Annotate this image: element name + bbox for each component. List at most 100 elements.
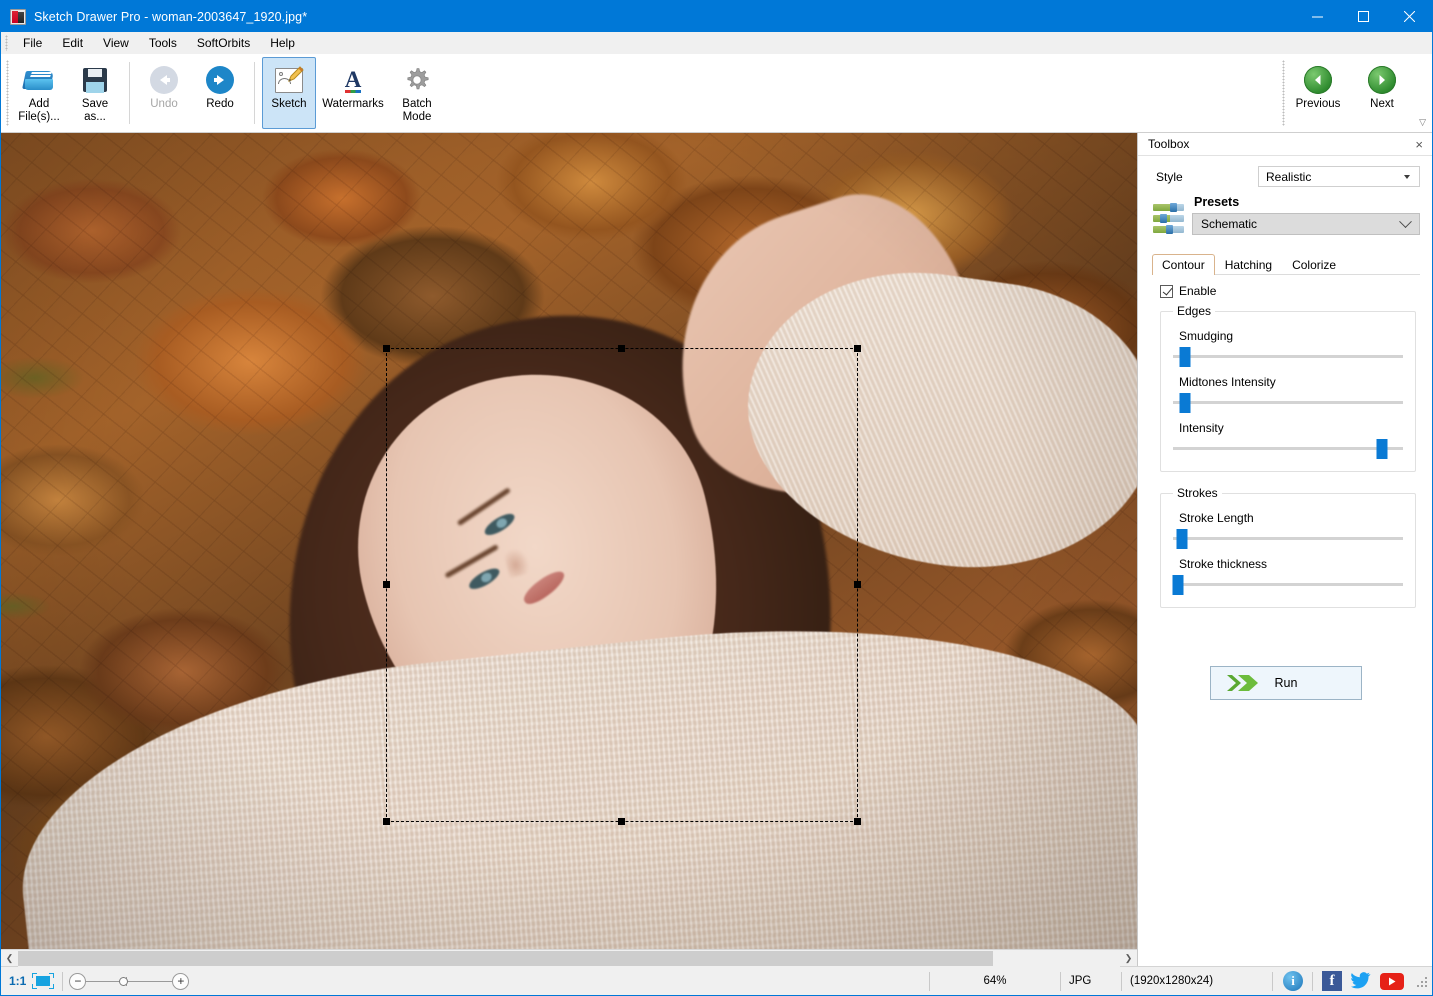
undo-button[interactable]: Undo <box>137 57 191 129</box>
scroll-left-icon[interactable]: ❮ <box>1 950 18 967</box>
photo-vignette <box>1 133 1137 949</box>
resize-grip-icon[interactable] <box>1414 974 1428 988</box>
twitter-icon[interactable] <box>1351 971 1371 991</box>
smudging-slider-thumb[interactable] <box>1179 347 1190 367</box>
scrollbar-track[interactable] <box>18 950 1120 967</box>
maximize-button[interactable] <box>1340 1 1386 32</box>
toolbox-header: Toolbox × <box>1138 133 1432 156</box>
toolbox-panel: Toolbox × Style Realistic <box>1138 133 1432 966</box>
info-icon[interactable]: i <box>1283 971 1303 991</box>
status-separator-1 <box>62 972 63 991</box>
watermarks-button[interactable]: A Watermarks <box>318 57 388 129</box>
next-button[interactable]: Next <box>1355 57 1409 129</box>
window-controls <box>1294 1 1432 32</box>
style-dropdown[interactable]: Realistic <box>1258 166 1420 187</box>
redo-arrow-icon <box>206 64 234 96</box>
run-button-wrapper: Run <box>1152 666 1420 700</box>
intensity-slider[interactable] <box>1173 437 1403 459</box>
menu-bar: File Edit View Tools SoftOrbits Help <box>1 32 1432 54</box>
presets-row: Presets Schematic <box>1152 195 1420 239</box>
file-format-label: JPG <box>1069 975 1091 987</box>
menu-file[interactable]: File <box>13 33 52 53</box>
floppy-disk-icon <box>83 64 107 96</box>
add-files-button[interactable]: Add File(s)... <box>12 57 66 129</box>
previous-label: Previous <box>1296 98 1341 111</box>
fit-to-window-icon[interactable] <box>32 973 54 989</box>
menu-help[interactable]: Help <box>260 33 305 53</box>
minimize-button[interactable] <box>1294 1 1340 32</box>
menu-softorbits[interactable]: SoftOrbits <box>187 33 260 53</box>
strokes-legend: Strokes <box>1173 486 1222 500</box>
menu-tools[interactable]: Tools <box>139 33 187 53</box>
presets-dropdown[interactable]: Schematic <box>1192 213 1420 235</box>
toolbox-close-icon[interactable]: × <box>1412 138 1426 151</box>
stroke-thickness-slider-thumb[interactable] <box>1172 575 1183 595</box>
add-files-label-line2: File(s)... <box>18 111 60 123</box>
zoom-out-button[interactable]: − <box>69 973 86 990</box>
undo-arrow-icon <box>150 64 178 96</box>
presets-selected-value: Schematic <box>1201 217 1401 231</box>
photo-autumn-woman <box>1 133 1137 949</box>
toolbar-separator-2 <box>254 62 255 124</box>
file-format-cell: JPG <box>1061 967 1121 996</box>
scroll-right-icon[interactable]: ❯ <box>1120 950 1137 967</box>
stroke-length-slider[interactable] <box>1173 527 1403 549</box>
facebook-icon[interactable]: f <box>1322 971 1342 991</box>
zoom-in-button[interactable]: + <box>172 973 189 990</box>
redo-button[interactable]: Redo <box>193 57 247 129</box>
toolbox-tabs: Contour Hatching Colorize <box>1152 253 1420 275</box>
canvas-area: ❮ ❯ <box>1 133 1138 966</box>
midtones-intensity-slider[interactable] <box>1173 391 1403 413</box>
zoom-slider-track[interactable] <box>86 973 172 990</box>
image-dimensions-label: (1920x1280x24) <box>1130 975 1213 987</box>
zoom-slider[interactable]: − + <box>69 973 189 990</box>
batch-mode-button[interactable]: Batch Mode <box>390 57 444 129</box>
undo-label: Undo <box>150 98 178 111</box>
stroke-length-slider-thumb[interactable] <box>1177 529 1188 549</box>
run-button[interactable]: Run <box>1210 666 1362 700</box>
edges-legend: Edges <box>1173 304 1215 318</box>
watermarks-label: Watermarks <box>322 98 384 111</box>
previous-button[interactable]: Previous <box>1283 57 1353 129</box>
zoom-ratio-label[interactable]: 1:1 <box>1 974 32 988</box>
close-button[interactable] <box>1386 1 1432 32</box>
midtones-intensity-slider-thumb[interactable] <box>1179 393 1190 413</box>
sketch-label: Sketch <box>271 98 306 111</box>
smudging-label: Smudging <box>1179 329 1405 343</box>
midtones-intensity-label: Midtones Intensity <box>1179 375 1405 389</box>
save-as-button[interactable]: Save as... <box>68 57 122 129</box>
smudging-slider[interactable] <box>1173 345 1403 367</box>
presets-column: Presets Schematic <box>1192 195 1420 235</box>
youtube-icon[interactable] <box>1380 973 1404 990</box>
stroke-thickness-label: Stroke thickness <box>1179 557 1405 571</box>
menu-view[interactable]: View <box>93 33 139 53</box>
toolbar-collapse-icon[interactable]: ▽ <box>1419 117 1426 128</box>
zoom-percent-label: 64% <box>983 975 1006 987</box>
canvas-horizontal-scrollbar[interactable]: ❮ ❯ <box>1 949 1137 966</box>
edges-group: Edges Smudging Midtones Intensity Intens… <box>1160 304 1416 472</box>
style-row: Style Realistic <box>1152 166 1420 187</box>
intensity-slider-thumb[interactable] <box>1377 439 1388 459</box>
tab-hatching[interactable]: Hatching <box>1215 254 1282 275</box>
zoom-slider-knob[interactable] <box>119 977 128 986</box>
save-as-label-line2: as... <box>84 111 106 123</box>
tab-contour[interactable]: Contour <box>1152 254 1215 275</box>
toolbar-separator-1 <box>129 62 130 124</box>
enable-checkbox-row[interactable]: Enable <box>1160 284 1420 298</box>
sketch-button[interactable]: Sketch <box>262 57 316 129</box>
zoom-percent-cell: 64% <box>930 967 1060 996</box>
intensity-label: Intensity <box>1179 421 1405 435</box>
style-label: Style <box>1152 170 1258 184</box>
menu-edit[interactable]: Edit <box>52 33 93 53</box>
stroke-thickness-slider[interactable] <box>1173 573 1403 595</box>
scrollbar-thumb[interactable] <box>18 951 993 966</box>
presets-chevron-down-icon[interactable] <box>1399 215 1412 228</box>
tab-colorize[interactable]: Colorize <box>1282 254 1346 275</box>
enable-checkbox[interactable] <box>1160 285 1173 298</box>
window-title: Sketch Drawer Pro - woman-2003647_1920.j… <box>34 10 307 24</box>
chevron-down-icon[interactable] <box>1398 167 1415 186</box>
image-canvas[interactable] <box>1 133 1137 949</box>
sketch-pencil-icon <box>275 64 303 96</box>
stroke-length-label: Stroke Length <box>1179 511 1405 525</box>
presets-label: Presets <box>1194 195 1420 209</box>
